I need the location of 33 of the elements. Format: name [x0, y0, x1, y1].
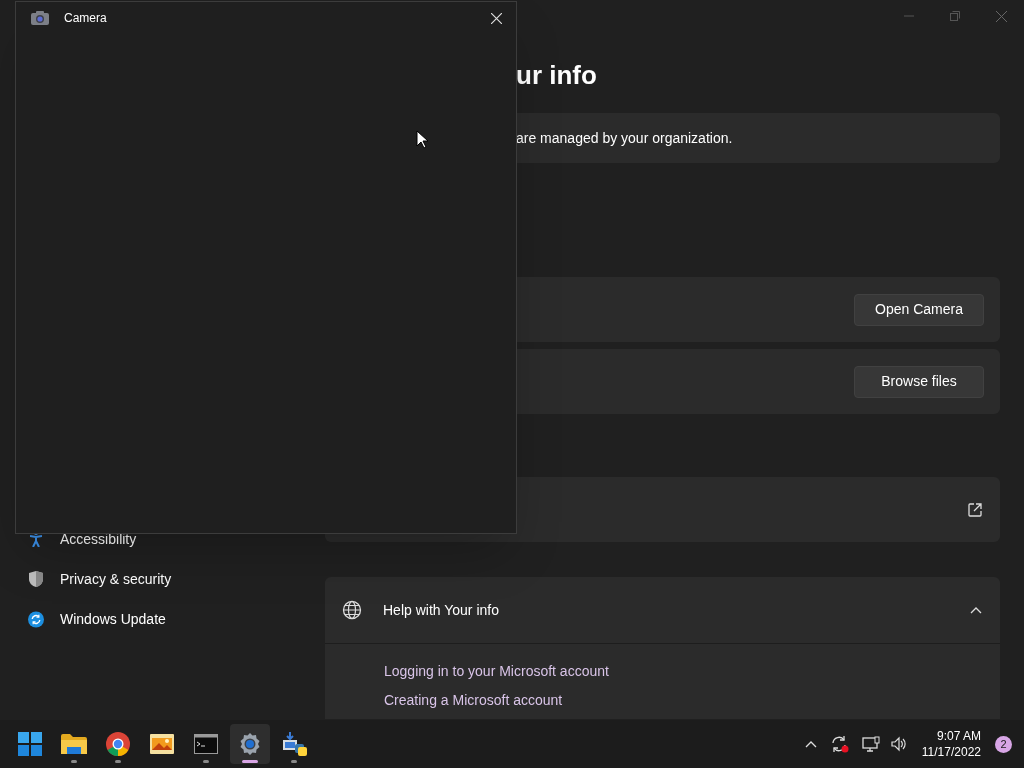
terminal-icon [194, 734, 218, 754]
notification-badge[interactable]: 2 [995, 735, 1012, 753]
close-icon[interactable] [491, 12, 502, 24]
update-icon [28, 610, 44, 628]
sidebar-item[interactable]: Windows Update [28, 605, 325, 633]
folder-icon [61, 733, 87, 755]
page-title: ur info [516, 59, 598, 92]
banner-text: are managed by your organization. [516, 128, 733, 148]
action-button[interactable]: Browse files [854, 365, 984, 398]
chevron-up-icon[interactable] [970, 606, 982, 614]
network-icon[interactable] [861, 736, 880, 752]
external-link-icon[interactable] [968, 502, 982, 517]
sync-icon[interactable] [829, 735, 850, 753]
action-button[interactable]: Open Camera [854, 293, 984, 326]
mouse-pointer-icon [416, 130, 428, 149]
window-title: Camera [64, 10, 107, 27]
windows-logo-icon [18, 732, 42, 756]
help-link[interactable]: Creating a Microsoft account [384, 691, 1000, 709]
shield-icon [28, 570, 44, 588]
clock[interactable]: 9:07 AM 11/17/2022 [921, 728, 981, 760]
help-link[interactable]: Logging in to your Microsoft account [384, 662, 1000, 680]
taskbar-app-button[interactable] [230, 724, 270, 764]
volume-icon[interactable] [889, 736, 908, 752]
installer-icon [281, 732, 307, 756]
help-title: Help with Your info [383, 600, 499, 620]
help-header[interactable]: Help with Your info [325, 577, 1000, 644]
sidebar-item[interactable]: Privacy & security [28, 565, 325, 593]
browser-icon [106, 732, 130, 756]
chevron-up-icon[interactable] [803, 739, 818, 749]
film-icon [150, 734, 174, 754]
camera-icon [31, 11, 49, 25]
globe-icon [342, 600, 362, 620]
gear-icon [238, 732, 262, 756]
